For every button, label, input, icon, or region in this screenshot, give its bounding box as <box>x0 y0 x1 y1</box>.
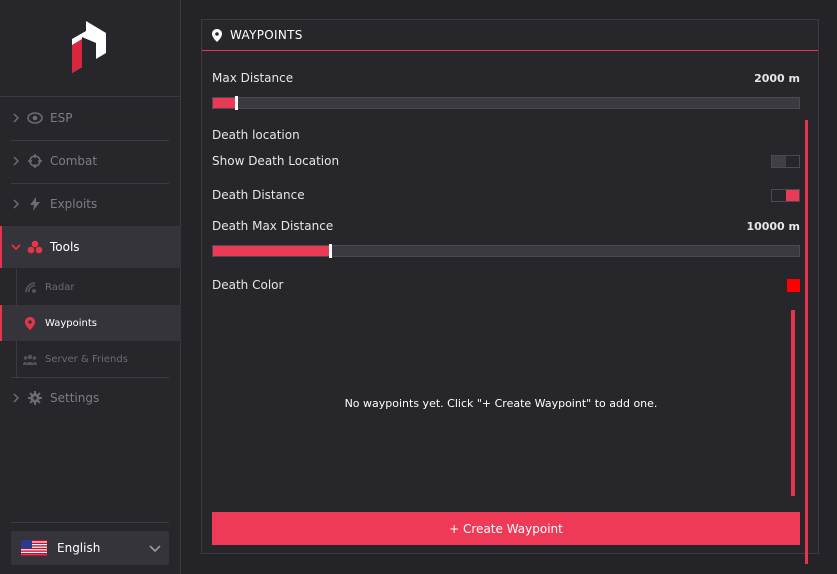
sidebar-item-exploits[interactable]: Exploits <box>0 183 181 225</box>
max-distance-value: 2000 m <box>754 71 800 85</box>
sidebar-subitem-label: Server & Friends <box>45 353 128 365</box>
death-max-distance-label: Death Max Distance <box>212 219 334 233</box>
chevron-down-icon <box>11 244 21 251</box>
sidebar-item-label: ESP <box>50 111 73 125</box>
sidebar-item-label: Exploits <box>50 197 98 211</box>
slider-fill <box>213 98 237 108</box>
sidebar-item-esp[interactable]: ESP <box>0 97 181 139</box>
sidebar-subitem-label: Radar <box>45 281 75 293</box>
language-select[interactable]: English <box>11 531 169 565</box>
death-distance-row: Death Distance <box>212 187 800 203</box>
death-color-row: Death Color <box>212 277 800 293</box>
death-max-distance-slider[interactable] <box>212 244 800 258</box>
map-pin-icon <box>212 28 222 42</box>
sidebar: ESP Combat Exploits Tools Radar Waypoint… <box>0 0 181 574</box>
sidebar-subitem-waypoints[interactable]: Waypoints <box>0 305 181 341</box>
slider-thumb[interactable] <box>235 96 239 110</box>
death-max-distance-value: 10000 m <box>746 219 800 233</box>
section-title: Death location <box>212 128 300 142</box>
death-max-distance-row: Death Max Distance 10000 m <box>212 218 800 234</box>
create-waypoint-button[interactable]: + Create Waypoint <box>212 512 800 545</box>
show-death-location-label: Show Death Location <box>212 154 340 168</box>
tools-icon <box>27 239 43 255</box>
language-label: English <box>57 541 101 555</box>
sidebar-item-label: Combat <box>50 154 98 168</box>
gear-icon <box>27 390 43 406</box>
death-location-heading: Death location <box>212 127 800 143</box>
chevron-right-icon <box>13 199 20 209</box>
sidebar-item-settings[interactable]: Settings <box>0 377 181 419</box>
logo-area <box>0 0 180 97</box>
panel-header: WAYPOINTS <box>202 20 818 51</box>
death-color-label: Death Color <box>212 278 284 292</box>
slider-fill <box>213 246 331 256</box>
panel-scrollbar[interactable] <box>805 120 808 564</box>
radar-icon <box>23 280 37 294</box>
chevron-right-icon <box>13 393 20 403</box>
sidebar-subitem-label: Waypoints <box>45 317 98 329</box>
chevron-right-icon <box>13 113 20 123</box>
waypoints-panel: WAYPOINTS Max Distance 2000 m Death loca… <box>201 19 819 564</box>
us-flag-icon <box>21 540 47 556</box>
empty-state-message: No waypoints yet. Click "+ Create Waypoi… <box>344 397 658 410</box>
death-distance-toggle[interactable] <box>771 188 800 202</box>
bolt-icon <box>27 196 43 212</box>
show-death-location-toggle[interactable] <box>771 154 800 168</box>
sidebar-item-label: Settings <box>50 391 100 405</box>
crosshair-icon <box>27 153 43 169</box>
panel-title: WAYPOINTS <box>230 28 303 42</box>
divider <box>11 522 169 523</box>
sidebar-subitem-radar[interactable]: Radar <box>0 269 181 305</box>
eye-icon <box>27 110 43 126</box>
show-death-location-row: Show Death Location <box>212 153 800 169</box>
chevron-down-icon <box>149 545 161 553</box>
max-distance-label: Max Distance <box>212 71 294 85</box>
sidebar-item-tools[interactable]: Tools <box>0 226 181 268</box>
chevron-right-icon <box>13 156 20 166</box>
max-distance-row: Max Distance 2000 m <box>212 70 800 86</box>
sidebar-subitem-server-friends[interactable]: Server & Friends <box>0 341 181 377</box>
slider-thumb[interactable] <box>329 244 333 258</box>
map-pin-icon <box>23 316 37 330</box>
death-color-swatch[interactable] <box>787 278 800 292</box>
sidebar-item-label: Tools <box>50 240 80 254</box>
max-distance-slider[interactable] <box>212 96 800 110</box>
app-logo <box>72 21 106 73</box>
sidebar-item-combat[interactable]: Combat <box>0 140 181 182</box>
death-distance-label: Death Distance <box>212 188 305 202</box>
users-icon <box>23 352 37 366</box>
